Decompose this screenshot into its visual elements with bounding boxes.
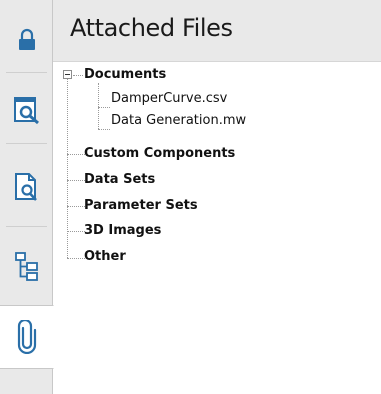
lock-button[interactable] [0, 8, 53, 72]
hierarchy-button[interactable] [0, 234, 53, 298]
panel-title: Attached Files [70, 14, 233, 42]
tree-connector [98, 83, 99, 129]
tree-connector [73, 75, 83, 76]
attachments-button[interactable] [0, 305, 54, 369]
paperclip-icon [17, 320, 36, 354]
tree-connector [67, 206, 85, 207]
hierarchy-icon [14, 252, 38, 281]
document-browser-button[interactable] [0, 78, 53, 142]
attached-files-tree: Documents DamperCurve.csv Data Generatio… [53, 62, 381, 394]
panel-header: Attached Files [53, 0, 381, 62]
lock-icon [18, 28, 35, 50]
tree-connector [98, 107, 110, 108]
toolbar-separator [6, 143, 47, 144]
tree-connector [67, 258, 85, 259]
tree-node-other[interactable]: Other [84, 248, 126, 266]
file-search-button[interactable] [0, 155, 53, 219]
document-browser-icon [13, 97, 39, 125]
toolbar-separator [6, 226, 47, 227]
tree-leaf-file[interactable]: Data Generation.mw [111, 112, 246, 130]
toolbar-separator [6, 72, 47, 73]
tree-connector [67, 154, 85, 155]
tree-node-documents[interactable]: Documents [84, 66, 166, 84]
tree-connector [67, 180, 85, 181]
tree-node-custom-components[interactable]: Custom Components [84, 145, 235, 163]
file-search-icon [14, 173, 37, 201]
tree-node-parameter-sets[interactable]: Parameter Sets [84, 197, 198, 215]
tree-node-data-sets[interactable]: Data Sets [84, 171, 155, 189]
tree-leaf-file[interactable]: DamperCurve.csv [111, 90, 227, 108]
side-toolbar [0, 0, 54, 394]
tree-connector [67, 231, 85, 232]
tree-connector [98, 129, 110, 130]
tree-node-3d-images[interactable]: 3D Images [84, 222, 161, 240]
collapse-toggle[interactable] [63, 70, 72, 79]
